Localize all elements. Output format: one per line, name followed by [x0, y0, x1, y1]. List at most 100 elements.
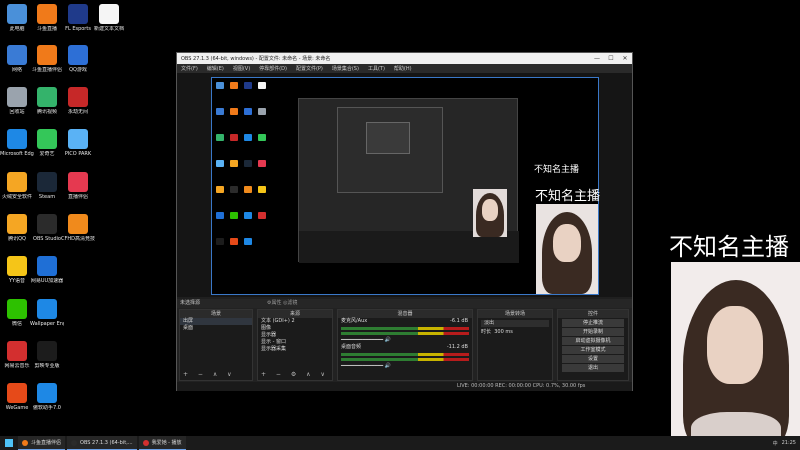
settings-button[interactable]: 设置 [562, 355, 624, 363]
desktop-icon-label: Microsoft Edge [0, 151, 34, 157]
scene-item[interactable]: 出屏 [180, 318, 252, 325]
desktop-icon[interactable]: 永劫无间 [61, 87, 95, 115]
desktop-icon[interactable]: CFHD高清竞技大区 [61, 214, 95, 242]
desktop-icon[interactable]: 火绒安全软件 [0, 172, 34, 200]
desktop-icon[interactable]: FL Esports [61, 4, 95, 32]
app-icon [37, 214, 57, 234]
captured-icon [258, 82, 266, 89]
desktop-icon-label: 新建文本文档 [93, 26, 124, 32]
virtual-camera-button[interactable]: 启动虚拟摄像机 [562, 337, 624, 345]
obs-title: OBS 27.1.3 (64-bit, windows) - 配置文件: 未命名… [181, 56, 331, 62]
obs-title-bar[interactable]: OBS 27.1.3 (64-bit, windows) - 配置文件: 未命名… [177, 53, 632, 64]
desktop-icon-label: WeGame [5, 405, 29, 411]
captured-icon [244, 238, 252, 245]
mixer-track-name: 麦克风/Aux -6.1 dB [341, 318, 468, 324]
scene-controls[interactable]: + − ∧ ∨ [183, 371, 236, 378]
app-icon [7, 87, 27, 107]
app-icon [37, 383, 57, 403]
taskbar: 斗鱼直播伴侣 OBS 27.1.3 (64-bit,... 我爱她 - 播放 中 2… [0, 436, 800, 450]
source-item[interactable]: 图像 [258, 325, 332, 332]
captured-icon [216, 134, 224, 141]
captured-icon [244, 212, 252, 219]
menu-item[interactable]: 编辑(E) [207, 65, 224, 72]
desktop-icon[interactable]: 回收站 [0, 87, 34, 115]
nested-obs-capture [298, 98, 519, 263]
desktop-icon[interactable]: WeGame [0, 383, 34, 411]
captured-icon [230, 212, 238, 219]
transition-select[interactable]: 淡出 [481, 320, 549, 327]
nested-obs-capture-2 [337, 107, 443, 193]
desktop-icon[interactable]: Steam [30, 172, 64, 200]
streamer-photo-big [671, 262, 800, 450]
desktop-icon[interactable]: 斗鱼直播伴侣 [30, 45, 64, 73]
captured-icon [216, 212, 224, 219]
menu-item[interactable]: 场景集合(S) [332, 65, 359, 72]
ime-indicator[interactable]: 中 [773, 440, 778, 447]
desktop-icon[interactable]: 网易云音乐 [0, 341, 34, 369]
taskbar-app[interactable]: OBS 27.1.3 (64-bit,... [67, 436, 137, 450]
app-icon [37, 299, 57, 319]
app-icon [7, 256, 27, 276]
captured-icon [230, 108, 238, 115]
volume-slider[interactable]: ━━━━━━━━━━━━━━ 🔊 [338, 337, 472, 344]
desktop-icon[interactable]: Microsoft Edge [0, 129, 34, 157]
source-controls[interactable]: + − ⚙ ∧ ∨ [261, 371, 329, 378]
desktop-icon[interactable]: 网易UU加速器 [30, 256, 64, 284]
app-icon [7, 299, 27, 319]
desktop-icon[interactable]: OBS Studio [30, 214, 64, 242]
app-icon [7, 129, 27, 149]
studio-mode-button[interactable]: 工作室模式 [562, 346, 624, 354]
scene-item[interactable]: 桌面 [180, 325, 252, 332]
menu-item[interactable]: 工具(T) [368, 65, 385, 72]
menu-item[interactable]: 视图(V) [233, 65, 250, 72]
source-item[interactable]: 显示器采集 [258, 346, 332, 353]
streamer-photo-small [536, 204, 598, 294]
exit-button[interactable]: 退出 [562, 364, 624, 372]
desktop-icon-label: 斗鱼直播伴侣 [31, 67, 62, 73]
menu-item[interactable]: 帮助(H) [394, 65, 412, 72]
desktop-icon[interactable]: 斗鱼直播 [30, 4, 64, 32]
app-icon [68, 214, 88, 234]
scenes-dock: 场景 出屏 桌面 + − ∧ ∨ [179, 309, 253, 381]
menu-item[interactable]: 停靠部件(D) [259, 65, 287, 72]
desktop-icon[interactable]: 爱奇艺 [30, 129, 64, 157]
desktop-icon-label: 永劫无间 [67, 109, 88, 115]
desktop-icon[interactable]: 剪映专业版 [30, 341, 64, 369]
desktop-icon[interactable]: 直播伴侣 [61, 172, 95, 200]
transition-duration[interactable]: 时长 300 ms [478, 329, 552, 336]
desktop-icon[interactable]: YY语音 [0, 256, 34, 284]
desktop-icon[interactable]: 微信 [0, 299, 34, 327]
source-item[interactable]: 文本 (GDI+) 2 [258, 318, 332, 325]
audio-meter [341, 353, 469, 356]
windows-start-icon[interactable] [5, 439, 13, 447]
desktop-icon[interactable]: QQ游戏 [61, 45, 95, 73]
taskbar-app[interactable]: 斗鱼直播伴侣 [18, 436, 66, 450]
app-icon [7, 45, 27, 65]
desktop-icon[interactable]: 新建文本文档 [92, 4, 126, 32]
desktop-icon-label: 直播伴侣 [67, 194, 88, 200]
stop-streaming-button[interactable]: 停止推流 [562, 319, 624, 327]
desktop-icon[interactable]: 傲软助手7.0 [30, 383, 64, 411]
desktop-icon[interactable]: 腾讯视频 [30, 87, 64, 115]
desktop-icon[interactable]: 网络 [0, 45, 34, 73]
desktop-icon[interactable]: 此电脑 [0, 4, 34, 32]
desktop-icon[interactable]: Wallpaper Engine：... [30, 299, 64, 327]
source-item[interactable]: 显示器 [258, 332, 332, 339]
desktop-icon-label: 网络 [11, 67, 22, 73]
captured-icon [230, 160, 238, 167]
taskbar-items: 斗鱼直播伴侣 OBS 27.1.3 (64-bit,... 我爱她 - 播放 [18, 436, 188, 450]
source-item[interactable]: 显示 - 窗口 [258, 339, 332, 346]
taskbar-app[interactable]: 我爱她 - 播放 [138, 436, 186, 450]
desktop-icon[interactable]: PICO PARK [61, 129, 95, 157]
menu-item[interactable]: 配置文件(P) [296, 65, 323, 72]
start-recording-button[interactable]: 开始录制 [562, 328, 624, 336]
desktop-icon[interactable]: 腾讯QQ [0, 214, 34, 242]
source-props-buttons[interactable]: ⚙属性 ◎滤镜 [267, 299, 297, 308]
close-icon[interactable]: ✕ [618, 55, 632, 62]
clock[interactable]: 21:25 [782, 440, 796, 446]
volume-slider[interactable]: ━━━━━━━━━━━━━━ 🔊 [338, 363, 472, 370]
menu-item[interactable]: 文件(F) [181, 65, 198, 72]
minimize-icon[interactable]: — [590, 55, 604, 62]
app-icon [68, 45, 88, 65]
maximize-icon[interactable]: ☐ [604, 55, 618, 62]
